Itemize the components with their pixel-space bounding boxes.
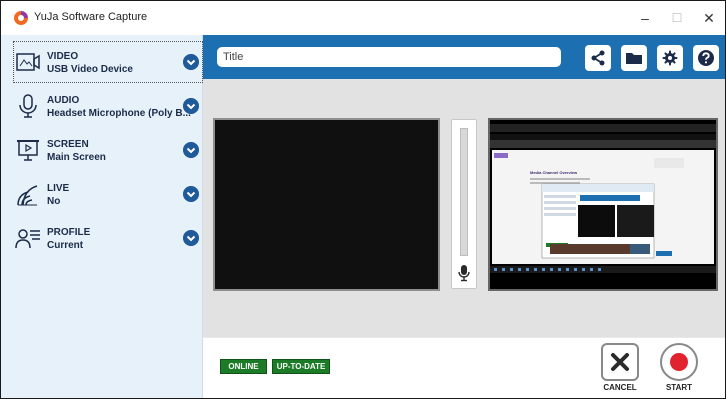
yuja-logo-icon — [14, 11, 28, 25]
screen-preview-thumbnail: Media Channel Overview — [490, 120, 716, 289]
sidebar: VIDEO USB Video Device AUDIO Headset Mic… — [1, 35, 203, 398]
help-button[interactable] — [693, 45, 719, 71]
bottom-bar: ONLINE UP-TO-DATE CANCEL START — [203, 337, 725, 398]
record-icon — [670, 353, 688, 371]
audio-level-meter — [451, 119, 477, 289]
video-camera-icon — [16, 53, 40, 71]
close-button[interactable]: ✕ — [698, 7, 720, 29]
sidebar-item-value: Main Screen — [47, 152, 106, 163]
gear-icon — [662, 50, 678, 66]
share-button[interactable] — [585, 45, 611, 71]
close-icon — [611, 353, 629, 371]
sidebar-item-title: LIVE — [47, 183, 70, 194]
sidebar-item-title: VIDEO — [47, 51, 79, 62]
sidebar-item-value: USB Video Device — [47, 64, 133, 75]
update-status-badge: UP-TO-DATE — [272, 359, 330, 374]
sidebar-item-title: AUDIO — [47, 95, 80, 106]
preview-area: Media Channel Overview — [203, 79, 725, 337]
app-window: YuJa Software Capture – ☐ ✕ VIDEO USB Vi… — [0, 0, 726, 399]
sidebar-item-value: No — [47, 196, 61, 207]
sidebar-item-screen[interactable]: SCREEN Main Screen — [13, 129, 203, 171]
video-preview — [213, 118, 440, 291]
audio-level-track — [460, 128, 468, 256]
sidebar-item-title: SCREEN — [47, 139, 89, 150]
title-bar: YuJa Software Capture – ☐ ✕ — [1, 1, 725, 35]
live-broadcast-icon — [17, 185, 38, 206]
start-button[interactable] — [660, 343, 698, 381]
sidebar-item-value: Current — [47, 240, 84, 251]
folder-icon — [626, 53, 642, 64]
sidebar-item-live[interactable]: LIVE No — [13, 173, 203, 215]
cancel-button[interactable] — [601, 343, 639, 381]
microphone-icon — [458, 265, 470, 282]
screen-preview-heading: Media Channel Overview — [530, 170, 578, 175]
sidebar-item-title: PROFILE — [47, 227, 91, 238]
online-status-badge: ONLINE — [220, 359, 267, 374]
window-title: YuJa Software Capture — [34, 11, 148, 23]
microphone-icon — [19, 94, 37, 118]
chevron-down-icon[interactable] — [183, 142, 199, 158]
chevron-down-icon[interactable] — [183, 186, 199, 202]
maximize-button[interactable]: ☐ — [666, 7, 688, 29]
chevron-down-icon[interactable] — [183, 98, 199, 114]
screen-preview: Media Channel Overview — [488, 118, 718, 291]
sidebar-item-value: Headset Microphone (Poly B... — [47, 108, 191, 119]
sidebar-item-profile[interactable]: PROFILE Current — [13, 217, 203, 259]
screen-icon — [17, 140, 39, 161]
toolbar — [203, 35, 725, 79]
sidebar-item-video[interactable]: VIDEO USB Video Device — [13, 41, 203, 83]
title-input[interactable] — [217, 47, 561, 67]
minimize-button[interactable]: – — [634, 7, 656, 29]
sidebar-item-audio[interactable]: AUDIO Headset Microphone (Poly B... — [13, 85, 203, 127]
help-icon — [698, 50, 714, 66]
folder-button[interactable] — [621, 45, 647, 71]
cancel-label: CANCEL — [603, 383, 637, 392]
profile-icon — [15, 229, 40, 249]
chevron-down-icon[interactable] — [183, 230, 199, 246]
share-icon — [591, 50, 605, 66]
settings-button[interactable] — [657, 45, 683, 71]
start-label: START — [665, 383, 693, 392]
chevron-down-icon[interactable] — [183, 54, 199, 70]
